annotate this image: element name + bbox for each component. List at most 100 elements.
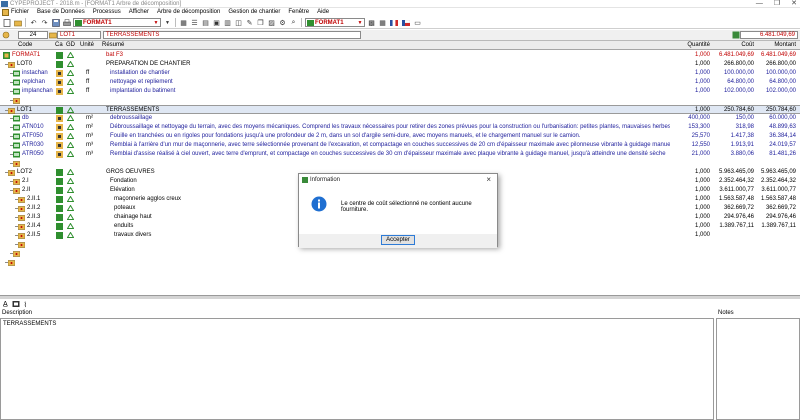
table-row[interactable]: replchan ff nettoyage et repliement 1,000 64… [0,78,800,87]
table-row[interactable]: ATF050 m³ Fouille en tranchées ou en rigol… [0,132,800,141]
recycle-icon[interactable] [67,124,74,131]
recycle-icon[interactable] [67,214,74,221]
folder-icon[interactable] [13,187,20,194]
tool-button-4[interactable]: ▣ [212,18,221,27]
menu-base-de-donnees[interactable]: Base de Données [33,8,89,17]
folder-icon[interactable] [13,250,20,257]
close-button[interactable]: ✕ [791,0,797,8]
unit-item-icon[interactable] [13,88,20,95]
notes-field[interactable] [716,318,800,420]
summary-field[interactable]: TERRASSEMENTS [103,31,361,39]
cost-analysis-icon[interactable] [56,133,63,140]
recycle-icon[interactable] [67,178,74,185]
cost-analysis-icon[interactable] [56,142,63,149]
cost-analysis-icon[interactable] [56,232,63,239]
folder-icon[interactable] [8,259,15,266]
print-button[interactable] [62,18,71,27]
text-format-button[interactable]: A̲ [3,301,8,308]
tool-button-1[interactable]: ▦ [179,18,188,27]
tool-button-8[interactable]: ❐ [256,18,265,27]
menu-fichier[interactable]: Fichier [0,8,33,17]
table-row[interactable]: ATN010 m² Débroussaillage et nettoyage du … [0,123,800,132]
tool-button-13[interactable]: ▦ [378,18,387,27]
table-row[interactable]: implanchan ff implantation du batiment 1,00… [0,87,800,96]
cost-analysis-icon[interactable] [56,196,63,203]
flag-icon[interactable] [402,19,410,26]
folder-icon[interactable] [8,107,15,114]
col-unit[interactable]: Unité [80,42,94,48]
table-row[interactable]: ATR030 m³ Remblai à l'arrière d'un mur de … [0,141,800,150]
attach-button[interactable]: ⌇ [24,301,27,309]
cost-analysis-icon[interactable] [56,214,63,221]
unit-item-icon[interactable] [13,142,20,149]
cost-analysis-icon[interactable] [56,169,63,176]
tool-button-7[interactable]: ✎ [245,18,254,27]
col-ca[interactable]: Ca [55,42,63,48]
tool-button-11[interactable]: ⌕ [289,18,298,27]
col-cost[interactable]: Coût [722,42,754,48]
recycle-icon[interactable] [67,142,74,149]
menu-gestion-de-chantier[interactable]: Gestion de chantier [224,8,284,17]
col-code[interactable]: Code [18,42,32,48]
dialog-close-button[interactable]: × [486,174,491,186]
folder-icon[interactable] [18,223,25,230]
cost-analysis-icon[interactable] [56,79,63,86]
tool-button-5[interactable]: ▥ [223,18,232,27]
unit-item-icon[interactable] [13,70,20,77]
code-field[interactable]: LOT1 [57,31,101,39]
col-gd[interactable]: GD [66,42,75,48]
cost-analysis-icon[interactable] [56,178,63,185]
cost-analysis-icon[interactable] [56,52,63,59]
menu-processus[interactable]: Processus [89,8,125,17]
folder-icon[interactable] [8,61,15,68]
tool-button-2[interactable]: ☰ [190,18,199,27]
minimize-button[interactable]: — [756,0,763,8]
recycle-icon[interactable] [67,115,74,122]
col-summary[interactable]: Résumé [102,42,124,48]
table-row[interactable]: FORMAT1 bat F3 1,000 6.481.049,69 6.481.049,… [0,51,800,60]
cost-analysis-icon[interactable] [56,205,63,212]
redo-button[interactable]: ↷ [40,18,49,27]
format-combo-2[interactable]: FORMAT1 ▼ [305,18,365,27]
total-field[interactable]: 6.481.049,69 [740,31,798,39]
cost-analysis-icon[interactable] [56,115,63,122]
table-row[interactable]: LOT1 TERRASSEMENTS 1,000 250.784,60 250.784,… [0,105,800,114]
folder-icon[interactable] [18,232,25,239]
recycle-icon[interactable] [67,88,74,95]
tool-button-10[interactable]: ⚙ [278,18,287,27]
save-button[interactable] [51,18,60,27]
new-button[interactable] [2,18,11,27]
table-row[interactable] [0,159,800,168]
tool-button-3[interactable]: ▤ [201,18,210,27]
calc-button[interactable] [731,31,740,40]
recycle-icon[interactable] [67,133,74,140]
recycle-icon[interactable] [67,187,74,194]
cost-analysis-icon[interactable] [56,61,63,68]
menu-arbre-de-decomposition[interactable]: Arbre de décomposition [153,8,224,17]
folder-icon[interactable] [18,241,25,248]
cost-analysis-icon[interactable] [56,187,63,194]
open-button[interactable] [13,18,22,27]
unit-item-icon[interactable] [13,115,20,122]
menu-aide[interactable]: Aide [313,8,333,17]
table-row[interactable]: ATR050 m³ Remblai d'assise réalisé à ciel … [0,150,800,159]
recycle-icon[interactable] [67,169,74,176]
folder-icon[interactable] [18,205,25,212]
col-qty[interactable]: Quantité [670,42,710,48]
folder-icon[interactable] [8,169,15,176]
unit-item-icon[interactable] [13,124,20,131]
table-row[interactable] [0,96,800,105]
cost-analysis-icon[interactable] [56,223,63,230]
cost-analysis-icon[interactable] [56,70,63,77]
format-combo-1[interactable]: FORMAT1 ▼ [73,18,161,27]
folder-icon[interactable] [13,160,20,167]
maximize-button[interactable]: ❐ [774,0,780,8]
tool-button-6[interactable]: ◫ [234,18,243,27]
table-row[interactable]: db m² debroussaillage 400,000 150,00 60.000,0… [0,114,800,123]
picture-button[interactable] [12,300,20,310]
recycle-icon[interactable] [67,151,74,158]
lot-icon-button[interactable] [48,31,57,40]
folder-icon[interactable] [18,214,25,221]
combo-down-button[interactable]: ▼ [163,18,172,27]
accept-button[interactable]: Accepter [381,235,415,245]
